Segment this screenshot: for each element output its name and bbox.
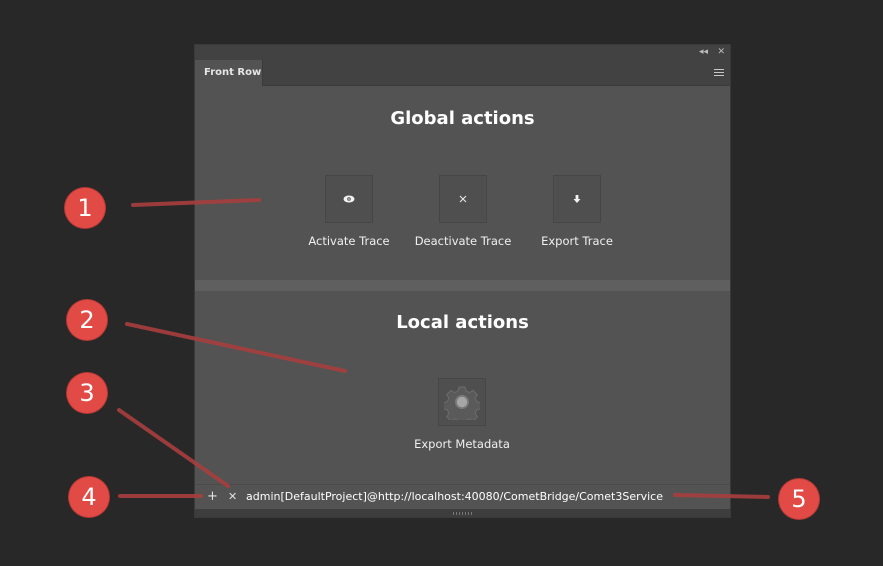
callout-line-1 <box>131 198 261 207</box>
callout-1: 1 <box>65 188 105 228</box>
screenshot-stage: ◂◂ ✕ Front Row Global actions Activate T… <box>0 0 883 566</box>
callout-2: 2 <box>67 300 107 340</box>
callout-line-2 <box>125 322 347 373</box>
callout-3: 3 <box>67 373 107 413</box>
callout-line-5 <box>673 493 770 499</box>
callout-lines <box>117 198 770 499</box>
callout-4: 4 <box>69 477 109 517</box>
callout-5: 5 <box>779 479 819 519</box>
callout-line-3 <box>117 408 230 488</box>
